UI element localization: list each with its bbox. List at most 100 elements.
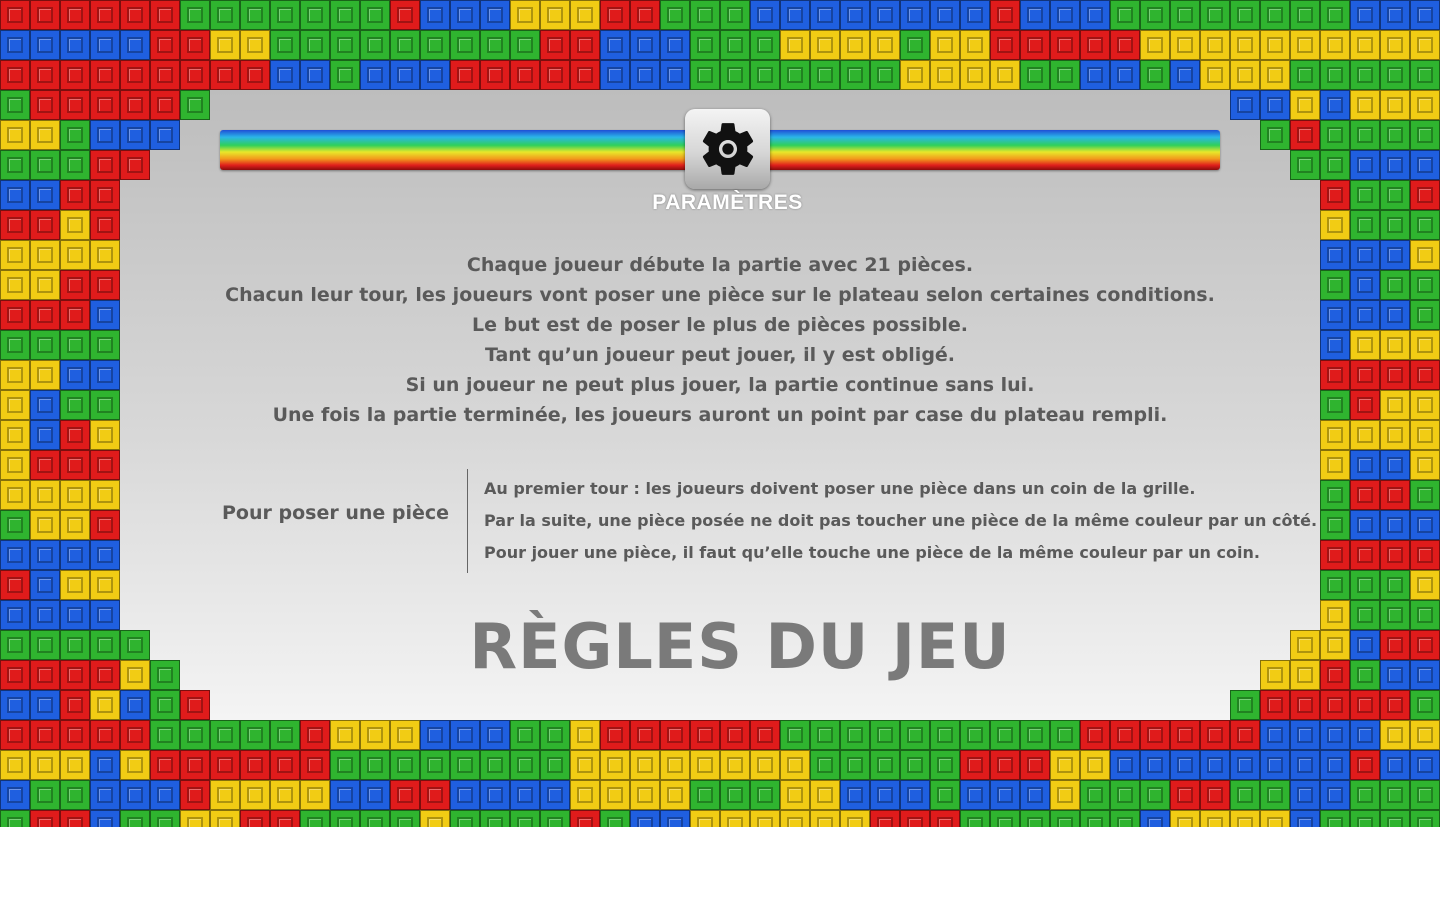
- board-tile: [0, 630, 30, 660]
- board-tile: [240, 660, 270, 690]
- board-tile: [1200, 600, 1230, 630]
- placement-rules: Au premier tour : les joueurs doivent po…: [484, 473, 1317, 569]
- board-tile: [30, 570, 60, 600]
- board-tile: [390, 210, 420, 240]
- board-tile: [120, 750, 150, 780]
- board-tile: [240, 720, 270, 750]
- board-tile: [210, 540, 240, 570]
- board-tile: [570, 690, 600, 720]
- board-tile: [630, 60, 660, 90]
- board-tile: [1080, 0, 1110, 30]
- board-tile: [1380, 390, 1410, 420]
- board-tile: [360, 450, 390, 480]
- board-tile: [60, 630, 90, 660]
- board-tile: [1230, 30, 1260, 60]
- board-tile: [90, 330, 120, 360]
- board-tile: [810, 690, 840, 720]
- board-tile: [480, 750, 510, 780]
- board-tile: [510, 30, 540, 60]
- board-tile: [660, 30, 690, 60]
- board-tile: [1140, 690, 1170, 720]
- board-tile: [330, 720, 360, 750]
- board-tile: [1320, 450, 1350, 480]
- board-tile: [420, 690, 450, 720]
- board-tile: [870, 570, 900, 600]
- board-tile: [120, 30, 150, 60]
- board-tile: [1350, 300, 1380, 330]
- board-tile: [90, 630, 120, 660]
- board-tile: [1350, 360, 1380, 390]
- board-tile: [390, 630, 420, 660]
- rule-line: Chacun leur tour, les joueurs vont poser…: [225, 284, 1215, 306]
- board-tile: [750, 690, 780, 720]
- board-tile: [150, 180, 180, 210]
- board-tile: [30, 360, 60, 390]
- board-tile: [1260, 90, 1290, 120]
- board-tile: [1290, 570, 1320, 600]
- board-tile: [60, 420, 90, 450]
- board-tile: [1110, 30, 1140, 60]
- board-tile: [1350, 630, 1380, 660]
- board-tile: [600, 750, 630, 780]
- board-tile: [120, 480, 150, 510]
- settings-label[interactable]: PARAMÈTRES: [600, 191, 855, 215]
- board-tile: [300, 780, 330, 810]
- board-tile: [780, 60, 810, 90]
- board-tile: [510, 90, 540, 120]
- board-tile: [1410, 810, 1440, 827]
- board-tile: [1320, 660, 1350, 690]
- board-tile: [1170, 660, 1200, 690]
- board-tile: [1350, 540, 1380, 570]
- board-tile: [240, 30, 270, 60]
- board-tile: [1080, 660, 1110, 690]
- board-tile: [1020, 720, 1050, 750]
- board-tile: [180, 630, 210, 660]
- board-tile: [1290, 660, 1320, 690]
- board-tile: [60, 570, 90, 600]
- board-tile: [60, 330, 90, 360]
- rule-line: Le but est de poser le plus de pièces po…: [471, 314, 968, 336]
- board-tile: [240, 60, 270, 90]
- board-tile: [900, 780, 930, 810]
- board-tile: [840, 90, 870, 120]
- board-tile: [1290, 690, 1320, 720]
- board-tile: [840, 570, 870, 600]
- board-tile: [360, 600, 390, 630]
- board-tile: [150, 510, 180, 540]
- board-tile: [1200, 720, 1230, 750]
- board-tile: [570, 780, 600, 810]
- rules-text: Chaque joueur débute la partie avec 21 p…: [120, 250, 1320, 430]
- board-tile: [180, 480, 210, 510]
- board-tile: [1140, 660, 1170, 690]
- board-tile: [600, 0, 630, 30]
- board-tile: [0, 60, 30, 90]
- board-tile: [930, 90, 960, 120]
- board-tile: [420, 30, 450, 60]
- board-tile: [1050, 570, 1080, 600]
- board-tile: [360, 570, 390, 600]
- board-tile: [1200, 630, 1230, 660]
- board-tile: [300, 630, 330, 660]
- board-tile: [120, 630, 150, 660]
- board-tile: [1050, 720, 1080, 750]
- board-tile: [240, 0, 270, 30]
- board-tile: [960, 780, 990, 810]
- board-tile: [240, 600, 270, 630]
- board-tile: [1320, 810, 1350, 827]
- board-tile: [1350, 750, 1380, 780]
- board-tile: [660, 60, 690, 90]
- board-tile: [1410, 450, 1440, 480]
- board-tile: [1350, 420, 1380, 450]
- board-tile: [60, 210, 90, 240]
- settings-button[interactable]: [685, 109, 770, 189]
- board-tile: [240, 570, 270, 600]
- board-tile: [420, 90, 450, 120]
- board-tile: [540, 180, 570, 210]
- board-tile: [720, 720, 750, 750]
- board-tile: [510, 780, 540, 810]
- board-tile: [360, 210, 390, 240]
- board-tile: [300, 570, 330, 600]
- board-tile: [0, 720, 30, 750]
- board-tile: [1290, 30, 1320, 60]
- board-tile: [60, 480, 90, 510]
